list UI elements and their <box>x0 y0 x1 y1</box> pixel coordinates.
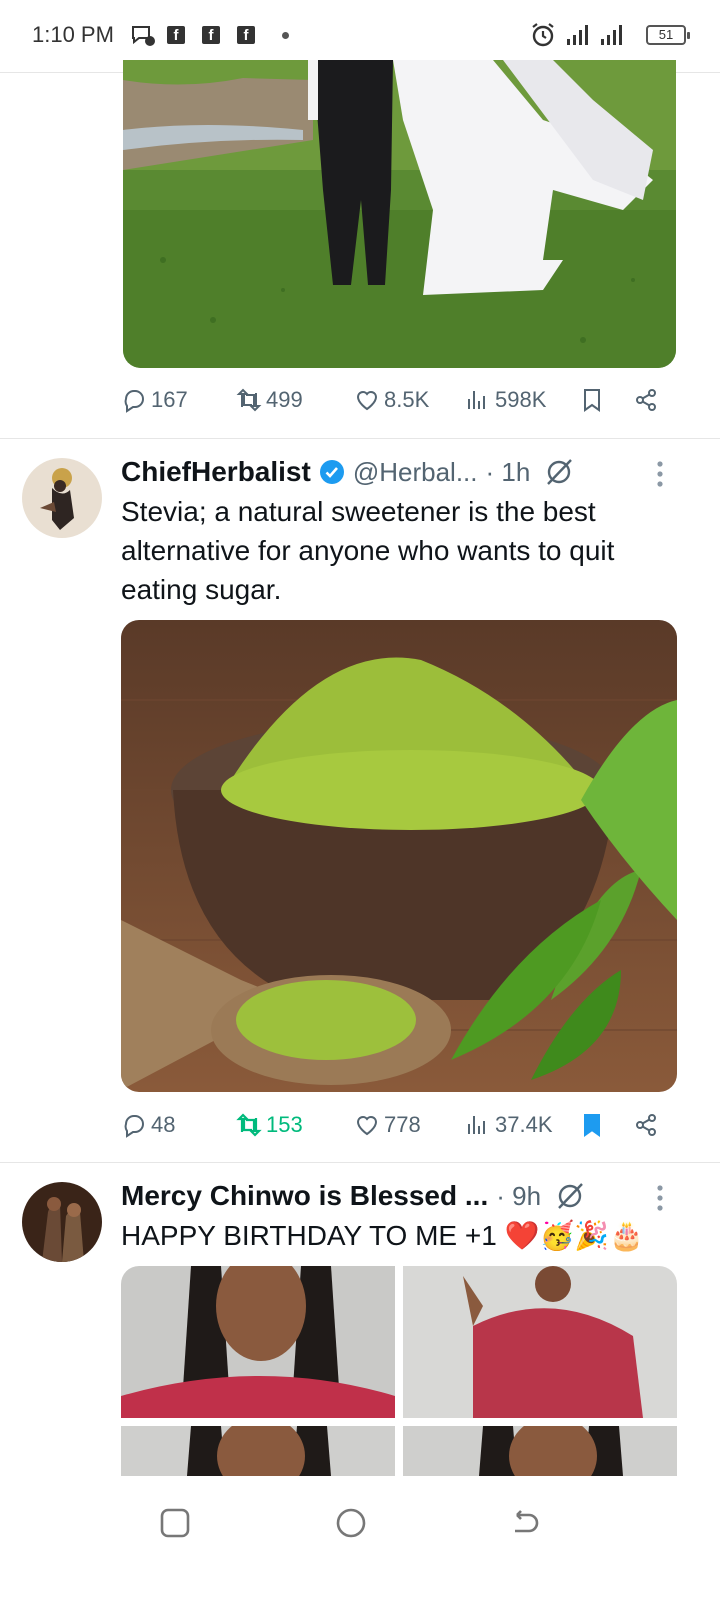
alarm-icon <box>530 22 556 53</box>
bookmark-icon <box>584 389 600 412</box>
tweet-header: ChiefHerbalist @Herbal... · 1h <box>121 454 621 490</box>
like-button[interactable]: 778 <box>354 1112 421 1138</box>
views-icon <box>468 391 485 409</box>
verified-badge-icon <box>319 459 345 485</box>
battery-icon: 51 <box>646 25 690 45</box>
reply-icon <box>124 390 144 413</box>
tweet-photo-1[interactable] <box>121 1266 395 1418</box>
avatar[interactable] <box>22 1182 102 1262</box>
views-icon <box>468 1116 485 1134</box>
like-count: 778 <box>384 1112 421 1137</box>
reply-count: 167 <box>151 387 188 412</box>
share-button[interactable] <box>633 387 659 413</box>
avatar[interactable] <box>22 458 102 538</box>
reply-icon <box>124 1115 144 1138</box>
system-nav-bar <box>0 1490 720 1612</box>
retweet-icon <box>236 1113 262 1137</box>
tweet-header: Mercy Chinwo is Blessed ... · 9h <box>121 1178 621 1214</box>
bookmark-icon <box>584 1114 600 1137</box>
signal-icon <box>566 24 592 51</box>
display-name[interactable]: Mercy Chinwo is Blessed ... <box>121 1180 488 1212</box>
tweet-image-wedding[interactable] <box>123 60 676 368</box>
back-button[interactable] <box>509 1507 541 1544</box>
tweet-time[interactable]: · 1h <box>485 457 530 488</box>
home-button[interactable] <box>334 1506 368 1545</box>
reply-count: 48 <box>151 1112 176 1137</box>
tweet-photo-4[interactable] <box>403 1426 677 1476</box>
reply-button[interactable]: 48 <box>121 1112 175 1138</box>
facebook-icon: f <box>237 26 255 44</box>
notification-dot <box>282 32 289 39</box>
tweet-photo-2[interactable] <box>403 1266 677 1418</box>
display-name[interactable]: ChiefHerbalist <box>121 456 311 488</box>
reply-button[interactable]: 167 <box>121 387 188 413</box>
tweet-image-stevia[interactable] <box>121 620 677 1092</box>
share-icon <box>636 389 656 411</box>
views-button[interactable]: 598K <box>465 387 546 413</box>
share-button[interactable] <box>633 1112 659 1138</box>
share-icon <box>636 1114 656 1136</box>
facebook-icon: f <box>202 26 220 44</box>
tweet-time[interactable]: · 9h <box>496 1181 541 1212</box>
tweet-divider <box>0 438 720 439</box>
tweet-text: HAPPY BIRTHDAY TO ME +1 ❤️🥳🎉🎂 <box>121 1220 645 1251</box>
status-time: 1:10 PM <box>32 22 114 47</box>
recent-apps-button[interactable] <box>159 1507 191 1544</box>
heart-icon <box>356 391 378 411</box>
facebook-icon: f <box>167 26 185 44</box>
views-count: 37.4K <box>495 1112 553 1137</box>
bookmark-button[interactable] <box>579 1112 605 1138</box>
retweet-button[interactable]: 153 <box>236 1112 303 1138</box>
retweet-button[interactable]: 499 <box>236 387 303 413</box>
more-options-icon[interactable] <box>655 460 665 488</box>
bookmark-button[interactable] <box>579 387 605 413</box>
like-count: 8.5K <box>384 387 430 412</box>
tweet-text: Stevia; a natural sweetener is the best … <box>121 496 615 605</box>
chat-icon <box>130 24 156 53</box>
user-handle[interactable]: @Herbal... <box>353 457 478 488</box>
tweet-photo-3[interactable] <box>121 1426 395 1476</box>
grok-icon[interactable] <box>555 1181 585 1211</box>
retweet-icon <box>236 388 262 412</box>
views-button[interactable]: 37.4K <box>465 1112 553 1138</box>
more-options-icon[interactable] <box>655 1184 665 1212</box>
grok-icon[interactable] <box>544 457 574 487</box>
signal-icon <box>600 24 626 51</box>
like-button[interactable]: 8.5K <box>354 387 429 413</box>
tweet-divider <box>0 1162 720 1163</box>
retweet-count: 499 <box>266 387 303 412</box>
retweet-count: 153 <box>266 1112 303 1137</box>
views-count: 598K <box>495 387 547 412</box>
heart-icon <box>356 1116 378 1136</box>
